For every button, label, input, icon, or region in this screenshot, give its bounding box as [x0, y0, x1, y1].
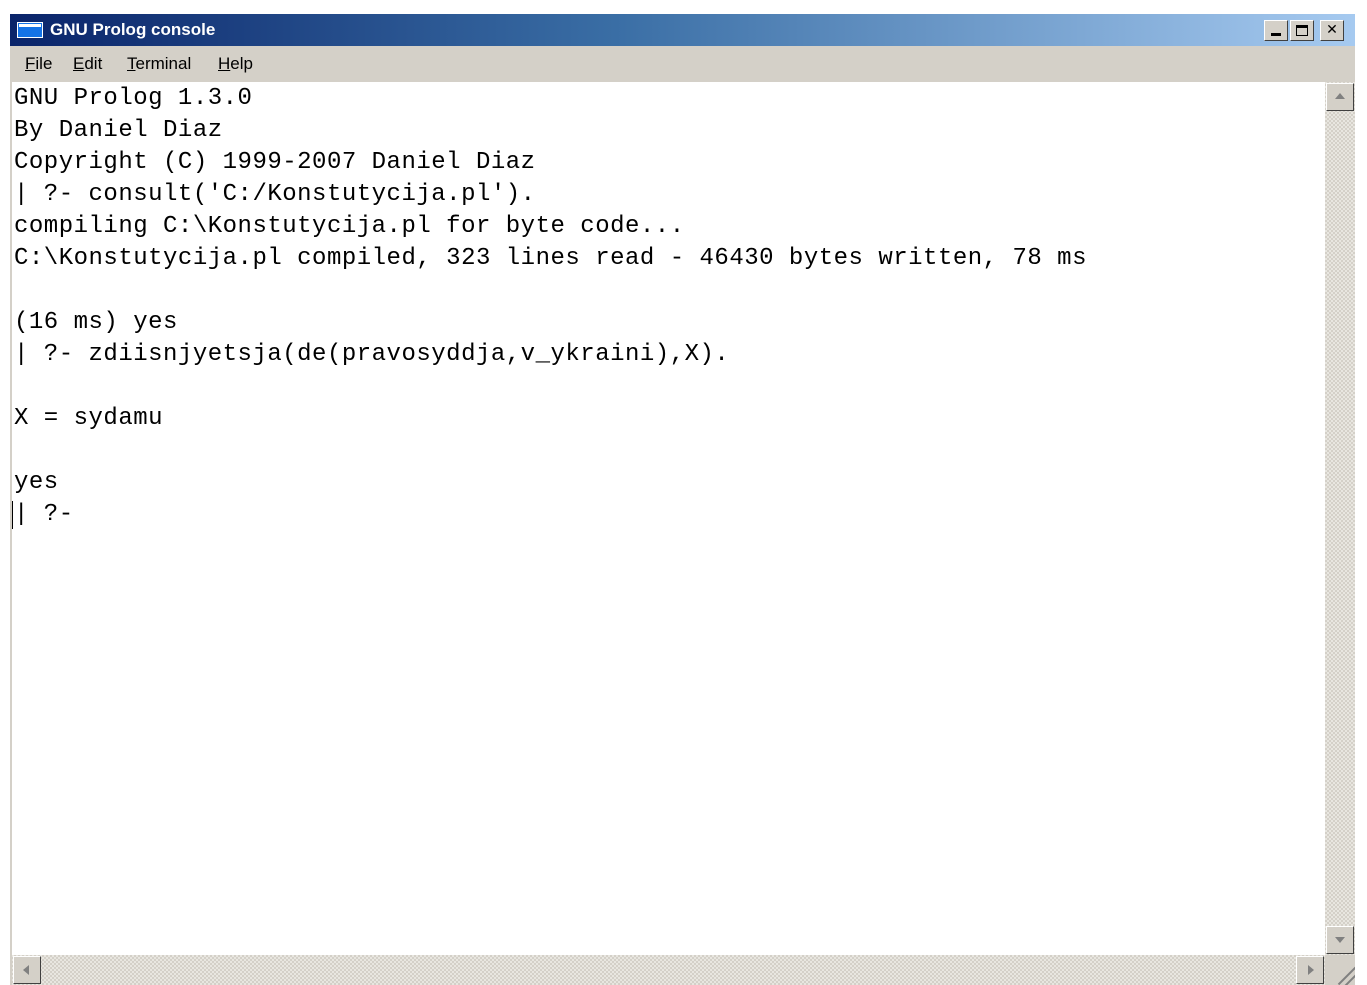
- menu-help[interactable]: Help: [218, 54, 253, 74]
- window-title: GNU Prolog console: [50, 20, 216, 39]
- console-line: | ?- consult('C:/Konstutycija.pl').: [14, 181, 536, 208]
- console-line: (16 ms) yes: [14, 309, 178, 336]
- console-line: X = sydamu: [14, 405, 164, 432]
- arrow-left-icon: [23, 965, 29, 975]
- horizontal-scrollbar[interactable]: [12, 955, 1325, 985]
- console-output[interactable]: GNU Prolog 1.3.0 By Daniel Diaz Copyrigh…: [12, 82, 1325, 955]
- menu-edit[interactable]: Edit: [73, 54, 102, 74]
- arrow-down-icon: [1335, 937, 1345, 943]
- console-line: By Daniel Diaz: [14, 117, 223, 144]
- app-window-icon[interactable]: [17, 22, 43, 38]
- scroll-left-button[interactable]: [13, 956, 41, 984]
- maximize-button[interactable]: [1290, 20, 1314, 41]
- console-prompt-line: | ?-: [14, 501, 74, 528]
- scroll-down-button[interactable]: [1326, 926, 1354, 954]
- close-icon: ✕: [1326, 22, 1338, 38]
- console-line: | ?- zdiisnjyetsja(de(pravosyddja,v_ykra…: [14, 341, 730, 368]
- console-line: C:\Konstutycija.pl compiled, 323 lines r…: [14, 245, 1087, 272]
- minimize-icon: [1271, 33, 1281, 36]
- minimize-button[interactable]: [1264, 20, 1288, 41]
- console-line: compiling C:\Konstutycija.pl for byte co…: [14, 213, 685, 240]
- close-button[interactable]: ✕: [1320, 20, 1344, 41]
- menu-bar: File Edit Terminal Help: [10, 48, 1355, 80]
- menu-file[interactable]: File: [25, 54, 52, 74]
- console-line: Copyright (C) 1999-2007 Daniel Diaz: [14, 149, 536, 176]
- resize-grip[interactable]: [1325, 955, 1355, 985]
- arrow-right-icon: [1308, 965, 1314, 975]
- text-caret: [12, 501, 13, 529]
- vertical-scrollbar[interactable]: [1325, 82, 1355, 955]
- maximize-icon: [1296, 25, 1308, 36]
- scroll-up-button[interactable]: [1326, 83, 1354, 111]
- title-bar[interactable]: GNU Prolog console ✕: [10, 14, 1355, 46]
- arrow-up-icon: [1335, 93, 1345, 99]
- menu-terminal[interactable]: Terminal: [127, 54, 191, 74]
- prolog-console-window: GNU Prolog console ✕ File Edit Terminal …: [10, 14, 1355, 985]
- console-line: yes: [14, 469, 59, 496]
- console-line: GNU Prolog 1.3.0: [14, 85, 253, 112]
- scroll-right-button[interactable]: [1296, 956, 1324, 984]
